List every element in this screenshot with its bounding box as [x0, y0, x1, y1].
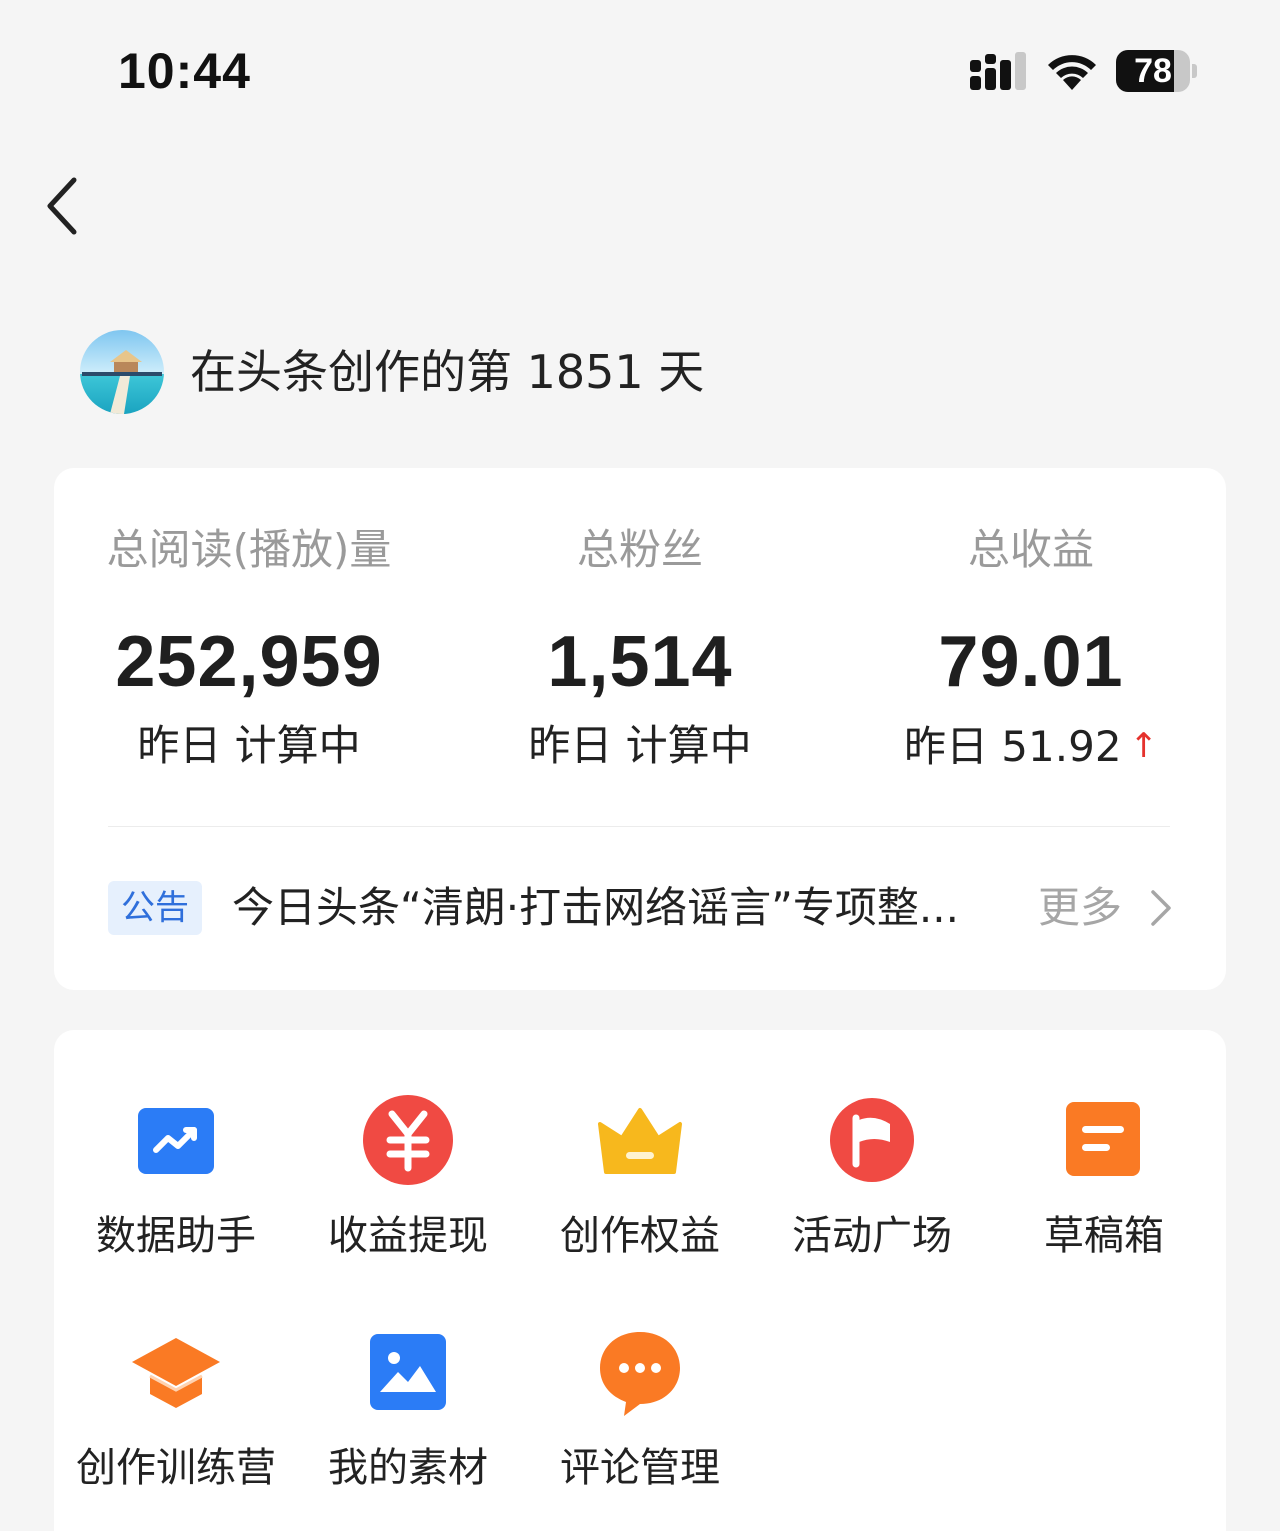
arrow-up-icon: ↑	[1129, 726, 1159, 766]
tool-training-camp[interactable]: 创作训练营	[60, 1326, 292, 1496]
announcement-row[interactable]: 公告 今日头条“清朗·打击网络谣言”专项整... 更多	[108, 868, 1174, 948]
tool-comment-management[interactable]: 评论管理	[524, 1326, 756, 1496]
tool-my-materials[interactable]: 我的素材	[292, 1326, 524, 1496]
tool-activity-square[interactable]: 活动广场	[756, 1094, 988, 1264]
battery-icon: 78	[1116, 50, 1198, 92]
crown-icon	[598, 1108, 682, 1174]
tool-label: 我的素材	[328, 1445, 488, 1491]
stat-total-reads[interactable]: 总阅读(播放)量 252,959 昨日 计算中	[54, 520, 444, 776]
signal-icon	[970, 52, 1026, 90]
stat-yesterday-text: 昨日 51.92	[903, 722, 1122, 771]
tool-label: 创作训练营	[76, 1445, 276, 1491]
flag-icon	[830, 1098, 914, 1182]
tool-income-withdraw[interactable]: 收益提现	[292, 1094, 524, 1264]
stat-label: 总收益	[967, 525, 1094, 574]
wifi-icon	[1048, 55, 1096, 90]
tool-label: 创作权益	[560, 1213, 720, 1259]
tool-label: 收益提现	[328, 1213, 488, 1259]
tools-card: 数据助手 收益提现 创作权益 活动广场 草稿箱 创作训练营 我的素材 评论管理	[54, 1030, 1226, 1531]
stat-value: 1,514	[547, 622, 733, 702]
more-link[interactable]: 更多	[1038, 876, 1122, 940]
chart-icon	[138, 1108, 214, 1174]
battery-level: 78	[1134, 52, 1172, 90]
tool-label: 草稿箱	[1044, 1213, 1164, 1259]
announcement-badge: 公告	[108, 881, 202, 935]
chevron-left-icon[interactable]	[36, 170, 92, 242]
image-icon	[370, 1334, 446, 1410]
tool-creator-benefits[interactable]: 创作权益	[524, 1094, 756, 1264]
avatar[interactable]	[80, 330, 164, 414]
stat-yesterday: 昨日 计算中	[528, 721, 752, 770]
tool-drafts[interactable]: 草稿箱	[988, 1094, 1220, 1264]
profile-header: 在头条创作的第 1851 天	[80, 330, 1200, 414]
tool-label: 数据助手	[96, 1213, 256, 1259]
comment-icon	[600, 1332, 680, 1416]
draft-icon	[1066, 1102, 1140, 1176]
graduation-cap-icon	[132, 1338, 220, 1408]
status-bar: 10:44 78	[0, 0, 1280, 140]
stat-label: 总阅读(播放)量	[106, 525, 392, 574]
stat-total-fans[interactable]: 总粉丝 1,514 昨日 计算中	[445, 520, 835, 776]
announcement-text[interactable]: 今日头条“清朗·打击网络谣言”专项整...	[232, 876, 1012, 940]
chevron-right-icon[interactable]	[1148, 888, 1174, 928]
creation-days-text: 在头条创作的第 1851 天	[190, 345, 705, 399]
stat-total-income[interactable]: 总收益 79.01 昨日 51.92 ↑	[836, 520, 1226, 776]
stat-yesterday: 昨日 51.92 ↑	[836, 716, 1226, 776]
tool-label: 活动广场	[792, 1213, 952, 1259]
tool-data-assistant[interactable]: 数据助手	[60, 1094, 292, 1264]
yuan-icon	[363, 1095, 453, 1185]
stat-label: 总粉丝	[576, 525, 703, 574]
tool-label: 评论管理	[560, 1445, 720, 1491]
stat-value: 79.01	[938, 622, 1124, 702]
stat-value: 252,959	[115, 622, 383, 702]
divider	[108, 826, 1170, 827]
stat-yesterday: 昨日 计算中	[137, 721, 361, 770]
status-time: 10:44	[118, 43, 251, 99]
stats-card: 总阅读(播放)量 252,959 昨日 计算中 总粉丝 1,514 昨日 计算中…	[54, 468, 1226, 990]
